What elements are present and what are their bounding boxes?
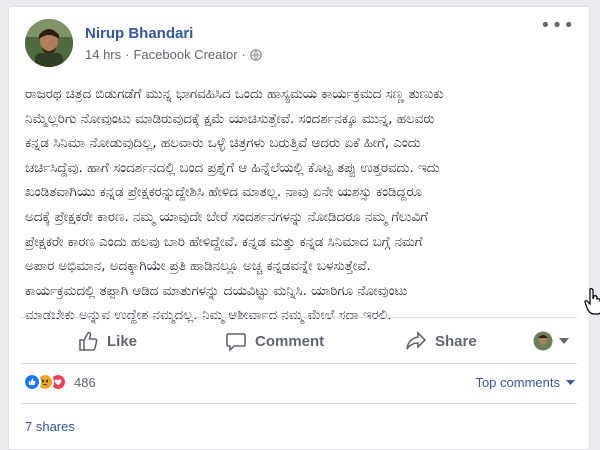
share-button[interactable]: Share [405, 330, 477, 352]
actions-bottom-divider [21, 363, 577, 364]
reaction-picker[interactable] [533, 331, 569, 351]
post-card: Nirup Bhandari 14 hrs · Facebook Creator… [8, 6, 600, 450]
comment-button[interactable]: Comment [225, 330, 324, 352]
globe-icon[interactable] [250, 48, 262, 61]
speech-bubble-icon [226, 333, 246, 352]
chevron-down-icon [559, 338, 569, 344]
reaction-summary[interactable]: 486 [23, 373, 96, 391]
author-name[interactable]: Nirup Bhandari [85, 25, 193, 42]
comment-label: Comment [255, 332, 325, 350]
share-arrow-icon [406, 331, 427, 350]
like-button[interactable]: Like [77, 330, 137, 352]
top-comments-label: Top comments [475, 375, 560, 390]
profile-reaction-icon [533, 331, 553, 351]
post-meta: 14 hrs · Facebook Creator · [85, 47, 262, 62]
action-bar: Like Comment Share [9, 319, 589, 363]
share-label: Share [435, 332, 477, 350]
reaction-count[interactable]: 486 [74, 375, 96, 390]
meta-separator-2: · [241, 47, 246, 62]
meta-separator: · [125, 47, 130, 62]
shares-count-link[interactable]: 7 shares [25, 419, 75, 434]
chevron-down-icon [566, 380, 575, 385]
post-text: ರಾಜರಥ ಚಿತ್ರದ ಬಿಡುಗಡೆಗೆ ಮುನ್ನ ಭಾಗವಹಿಸಿದ ಒ… [25, 87, 444, 324]
author-role: Facebook Creator [133, 47, 238, 62]
more-options-icon[interactable]: ••• [540, 17, 575, 35]
post-time[interactable]: 14 hrs [85, 47, 121, 62]
author-avatar[interactable] [25, 19, 73, 67]
top-comments-dropdown[interactable]: Top comments [475, 375, 575, 390]
like-label: Like [107, 332, 138, 350]
actions-top-divider [21, 317, 577, 318]
hand-cursor-icon [584, 288, 600, 315]
thumbs-up-icon [79, 331, 98, 351]
shares-divider [21, 403, 577, 404]
like-reaction-icon [23, 373, 41, 391]
